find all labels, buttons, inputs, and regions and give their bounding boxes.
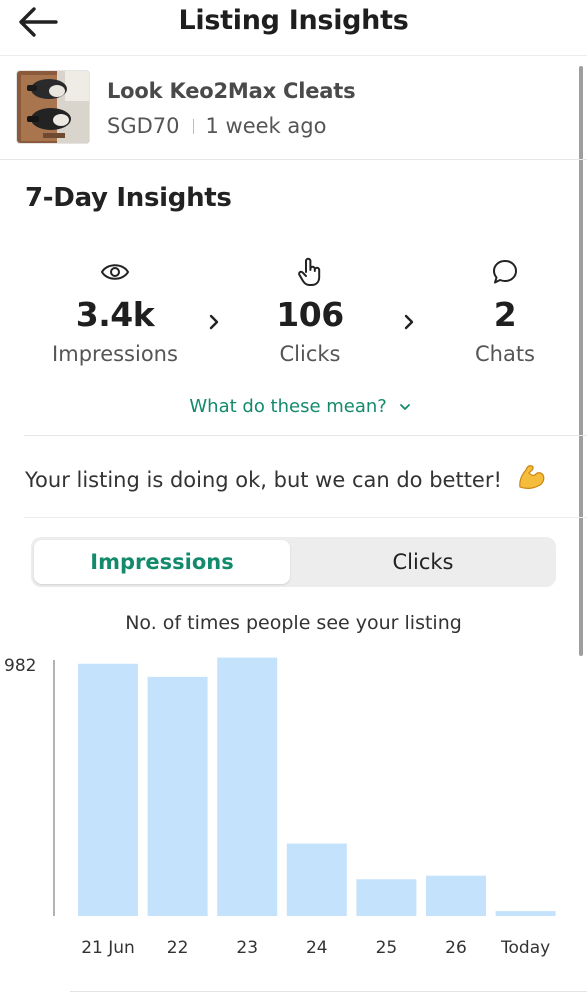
meta-separator <box>192 119 194 134</box>
section-title: 7-Day Insights <box>25 183 232 213</box>
listing-title: Look Keo2Max Cleats <box>107 79 356 103</box>
chart-bar[interactable] <box>426 875 486 916</box>
divider <box>24 517 587 518</box>
listing-posted-time: 1 week ago <box>205 114 327 138</box>
listing-price: SGD70 <box>107 114 180 138</box>
tab-clicks[interactable]: Clicks <box>293 540 553 584</box>
x-tick-label: Today <box>500 938 550 958</box>
x-tick-label: 26 <box>445 938 467 958</box>
stat-chats: 2 Chats <box>420 255 587 366</box>
chats-label: Chats <box>474 342 536 366</box>
clicks-label: Clicks <box>279 342 341 366</box>
impressions-label: Impressions <box>52 342 178 366</box>
stat-clicks: 106 Clicks <box>225 255 395 366</box>
page-title: Listing Insights <box>178 5 409 36</box>
clicks-value: 106 <box>276 295 344 334</box>
listing-meta: SGD70 1 week ago <box>107 114 326 138</box>
app-header: Listing Insights <box>0 0 587 56</box>
flexed-biceps-icon <box>518 465 544 489</box>
x-tick-label: 23 <box>236 938 258 958</box>
y-tick-label: 982 <box>4 656 36 676</box>
chart-bar[interactable] <box>78 663 138 916</box>
chart-bar[interactable] <box>217 657 278 916</box>
metric-tabs: Impressions Clicks <box>31 537 556 587</box>
x-tick-label: 21 Jun <box>81 938 135 958</box>
eye-icon <box>100 264 130 280</box>
tab-impressions[interactable]: Impressions <box>34 540 290 584</box>
chart-bar[interactable] <box>286 843 347 916</box>
chart-bar[interactable] <box>147 676 208 916</box>
divider <box>24 435 587 436</box>
listing-thumbnail <box>16 70 90 144</box>
chevron-down-icon <box>399 404 410 410</box>
what-do-these-mean-link[interactable]: What do these mean? <box>0 396 587 417</box>
impressions-bar-chart: 982 21 Jun 22 23 24 25 26 Today <box>4 656 556 958</box>
stat-impressions: 3.4k Impressions <box>30 255 200 366</box>
chats-value: 2 <box>493 295 517 334</box>
chart-bar[interactable] <box>356 879 417 916</box>
chat-bubble-icon <box>493 260 517 284</box>
performance-message-text: Your listing is doing ok, but we can do … <box>25 468 502 492</box>
divider <box>70 991 587 992</box>
chart-subtitle: No. of times people see your listing <box>125 612 462 634</box>
x-tick-label: 22 <box>167 938 189 958</box>
chevron-right-icon <box>209 314 219 330</box>
impressions-value: 3.4k <box>75 295 155 334</box>
help-link-label: What do these mean? <box>189 396 387 417</box>
chevron-right-icon <box>404 314 414 330</box>
x-tick-label: 24 <box>306 938 328 958</box>
chart-bar[interactable] <box>495 911 556 916</box>
hand-pointer-icon <box>298 257 321 286</box>
x-tick-label: 25 <box>376 938 398 958</box>
performance-message: Your listing is doing ok, but we can do … <box>25 462 547 492</box>
listing-summary[interactable]: Look Keo2Max Cleats SGD70 1 week ago <box>0 57 587 160</box>
